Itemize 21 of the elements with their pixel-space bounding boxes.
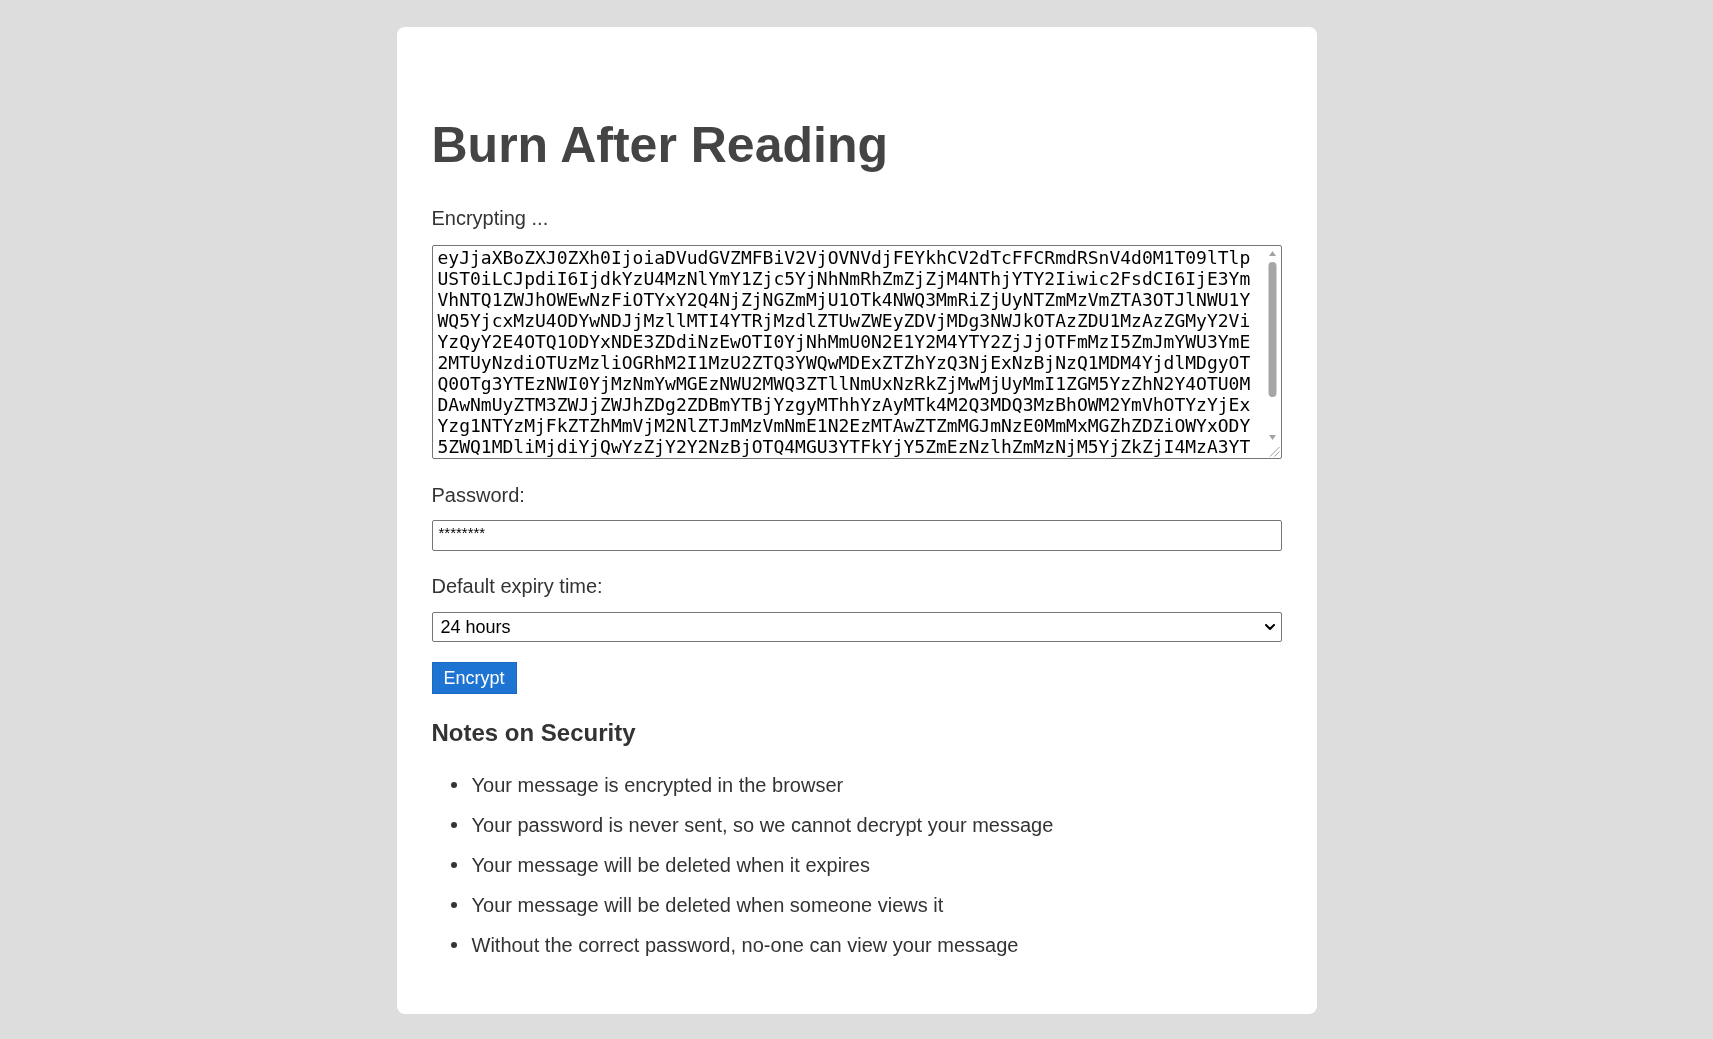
bullet-icon (450, 782, 457, 788)
resize-grip-icon[interactable] (1268, 446, 1280, 457)
ciphertext-field[interactable]: eyJjaXBoZXJ0ZXh0IjoiaDVudGVZMFBiV2VjOVNVdjFEYkhCV2dTcFFCRmdRSnV4d0M1T09lTlpUST0iLCJpdiI6IjdkYzU4MzNlYmY1Zjc5YjNhNmRhZmZjZjM4NThjYTY2Iiwic2FsdCI6IjE3YmVhNTQ1ZWJhOWEwNzFiOTYxY2Q4NjZjNGZmMjU1OTk4NWQ3MmRiZjUyNTZmMzVmZTA3OTJlNWU1YWQ5YjcxMzU4ODYwNDJjMzllMTI4YTRjMzdlZTUwZWEyZDVjMDg3NWJkOTAzZDU1MzAzZGMyY2ViYzQyY2E4OTQ1ODYxNDE3ZDdiNzEwOTI0YjNhMmU0N2E1Y2M4YTY2ZjJjOTFmMzI5ZmJmYWU3YmE2MTUyNzdiOTUzMzliOGRhM2I1MzU2ZTQ3YWQwMDExZTZhYzQ3NjExNzBjNzQ1MDM4YjdlMDgyOTQ0OTg3YTEzNWI0YjMzNmYwMGEzNWU2MWQ3ZTllNmUxNzRkZjMwMjUyMmI1ZGM5YzZhN2Y4OTU0MDAwNmUyZTM3ZWJjZWJhZDg2ZDBmYTBjYzgyMThhYzAyMTk4M2Q3MDQ3MzBhOWM2YmVhOTYzYjExYzg1NTYzMjFkZTZhMmVjM2NlZTJmMzVmNmE1N2EzMTAwZTZmMGJmNzE0MmMxMGZhZDZiOWYxODY5ZWQ1MDliMjdiYjQwYzZjY2Y2NzBjOTQ4MGU3YTFkYjY5ZmEzNzlhZmMzNjM5YjZkZjI4MzA3YT (431, 245, 1282, 459)
page-title: Burn After Reading (431, 116, 889, 175)
expiry-select[interactable]: 24 hours (431, 612, 1282, 642)
status-text: Encrypting ... (431, 206, 550, 231)
encrypt-button[interactable]: Encrypt (431, 662, 517, 694)
list-item-text: Your message will be deleted when it expires (471, 853, 870, 878)
bullet-icon (450, 902, 457, 908)
list-item-text: Without the correct password, no-one can view your message (471, 933, 1019, 958)
bullet-icon (450, 862, 457, 868)
list-item-text: Your message will be deleted when someone views it (471, 893, 944, 918)
chevron-down-icon (1264, 624, 1275, 630)
bullet-icon (450, 942, 457, 948)
list-item-text: Your password is never sent, so we cannot decrypt your message (471, 813, 1054, 838)
password-field[interactable]: ******** (431, 520, 1282, 551)
field-label: Default expiry time: (431, 574, 604, 599)
list-item-text: Your message is encrypted in the browser (471, 773, 844, 798)
section-heading: Notes on Security (431, 718, 637, 747)
bullet-icon (450, 822, 457, 828)
field-label: Password: (431, 483, 526, 508)
